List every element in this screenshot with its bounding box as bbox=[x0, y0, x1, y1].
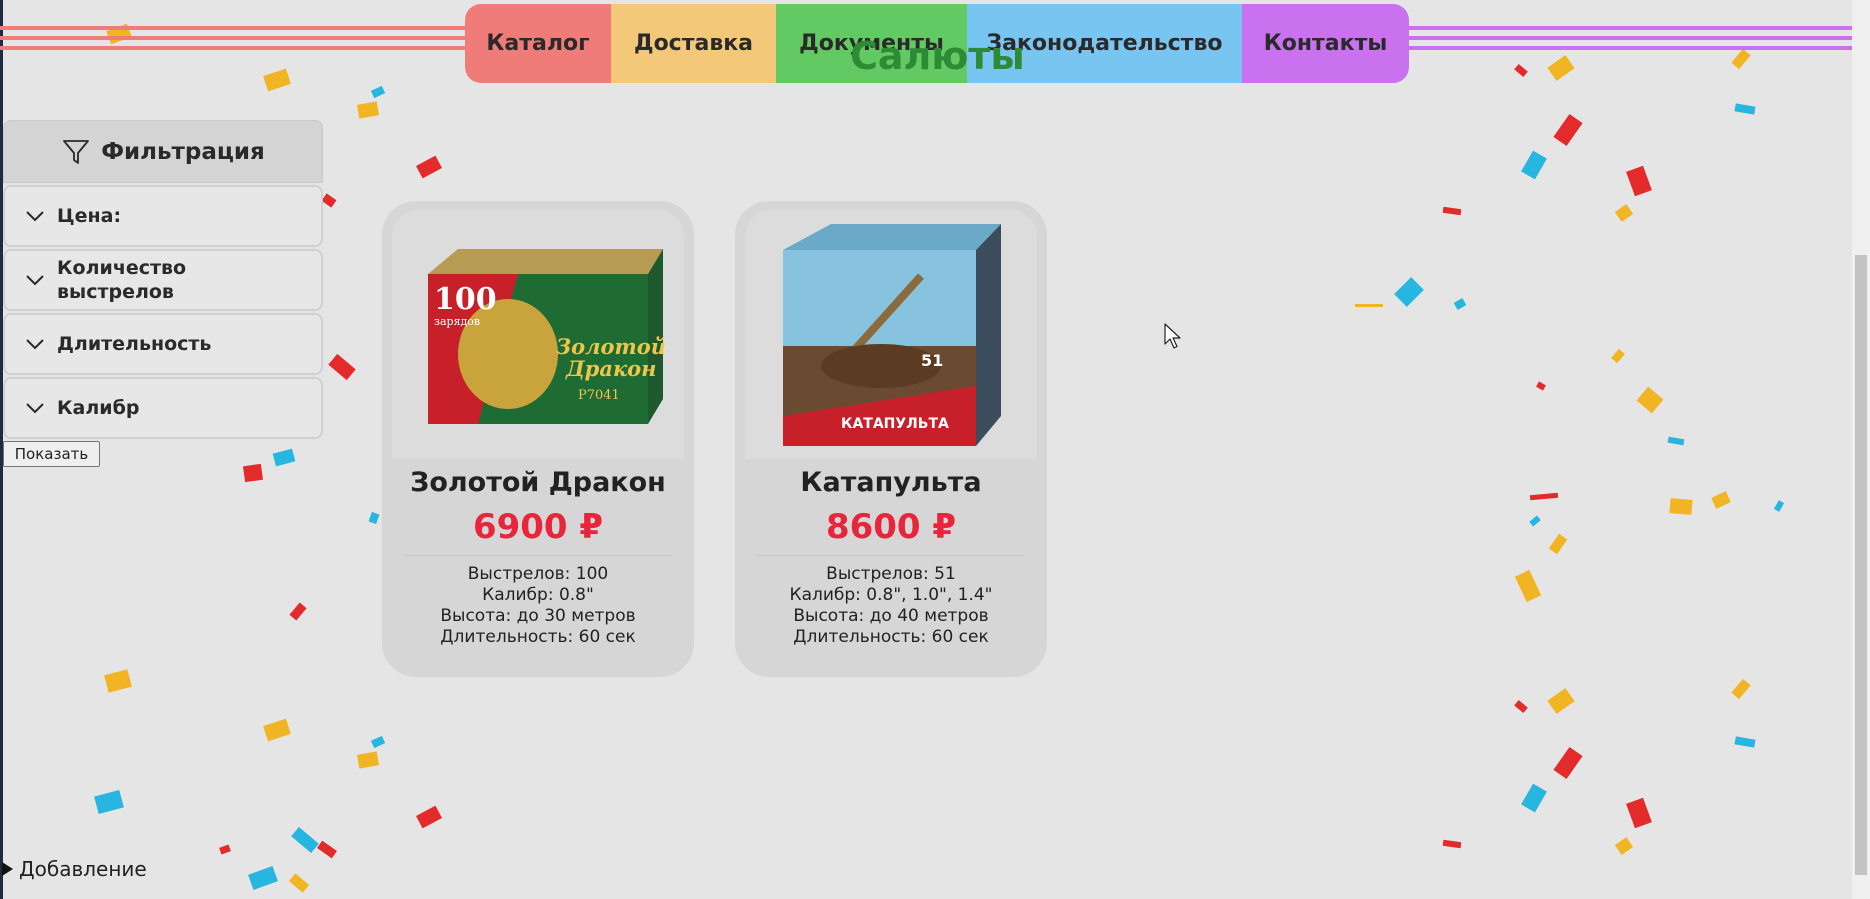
firework-box-dragon-image: 100 зарядов Золотой Дракон Р7041 bbox=[428, 249, 666, 424]
product-name[interactable]: Золотой Дракон bbox=[382, 467, 694, 498]
filter-title: Фильтрация bbox=[101, 138, 265, 165]
svg-text:КАТАПУЛЬТА: КАТАПУЛЬТА bbox=[841, 416, 949, 432]
show-button[interactable]: Показать bbox=[3, 441, 100, 467]
funnel-icon bbox=[63, 139, 90, 164]
nav-item-catalog[interactable]: Каталог bbox=[465, 4, 611, 83]
filter-group-price[interactable]: Цена: bbox=[3, 185, 323, 247]
filter-group-label: Калибр bbox=[57, 397, 140, 419]
product-image[interactable]: 100 зарядов Золотой Дракон Р7041 bbox=[392, 209, 684, 459]
vertical-scrollbar[interactable] bbox=[1852, 0, 1870, 899]
add-details-summary[interactable]: Добавление bbox=[2, 857, 147, 881]
spec-shots: Выстрелов: 100 bbox=[467, 564, 609, 584]
nav-item-delivery[interactable]: Доставка bbox=[611, 4, 776, 83]
firework-box-catapult-image: 51 КАТАПУЛЬТА bbox=[783, 224, 1001, 446]
svg-text:51: 51 bbox=[921, 351, 943, 370]
mouse-cursor-icon bbox=[1164, 323, 1181, 349]
page-title: Салюты bbox=[850, 34, 1025, 78]
product-price: 8600 ₽ bbox=[825, 507, 957, 547]
spec-shots: Выстрелов: 51 bbox=[826, 564, 956, 584]
scrollbar-thumb[interactable] bbox=[1855, 255, 1867, 875]
nav-item-contacts[interactable]: Контакты bbox=[1242, 4, 1409, 83]
decor-stripes-left bbox=[0, 26, 470, 58]
spec-duration: Длительность: 60 сек bbox=[793, 627, 989, 647]
filter-header[interactable]: Фильтрация bbox=[3, 120, 323, 183]
svg-text:Р7041: Р7041 bbox=[578, 388, 620, 403]
filter-group-shots[interactable]: Количество выстрелов bbox=[3, 249, 323, 311]
svg-text:100: 100 bbox=[434, 282, 497, 317]
chevron-down-icon bbox=[26, 275, 44, 286]
product-specs: Выстрелов: 51 Калибр: 0.8", 1.0", 1.4" В… bbox=[735, 564, 1047, 648]
product-image[interactable]: 51 КАТАПУЛЬТА bbox=[745, 209, 1037, 459]
details-label: Добавление bbox=[19, 857, 147, 881]
spec-caliber: Калибр: 0.8", 1.0", 1.4" bbox=[789, 585, 993, 605]
chevron-down-icon bbox=[26, 339, 44, 350]
filter-group-label: Количество выстрелов bbox=[57, 257, 187, 303]
divider bbox=[404, 555, 672, 556]
svg-text:зарядов: зарядов bbox=[434, 315, 480, 328]
filter-group-label: Цена: bbox=[57, 205, 122, 227]
svg-text:Дракон: Дракон bbox=[565, 356, 657, 381]
spec-height: Высота: до 40 метров bbox=[793, 606, 989, 626]
chevron-down-icon bbox=[26, 403, 44, 414]
product-card[interactable]: 100 зарядов Золотой Дракон Р7041 Золотой… bbox=[382, 201, 694, 677]
decor-stripes-right bbox=[1405, 26, 1855, 58]
product-card[interactable]: 51 КАТАПУЛЬТА Катапульта 8600 ₽ Выстрело… bbox=[735, 201, 1047, 677]
divider bbox=[757, 555, 1025, 556]
disclosure-triangle-icon bbox=[2, 862, 13, 876]
filter-group-label: Длительность bbox=[57, 333, 212, 355]
filter-group-caliber[interactable]: Калибр bbox=[3, 377, 323, 439]
page: Каталог Доставка Документы Законодательс… bbox=[0, 0, 1870, 899]
spec-height: Высота: до 30 метров bbox=[440, 606, 636, 626]
filter-group-duration[interactable]: Длительность bbox=[3, 313, 323, 375]
chevron-down-icon bbox=[26, 211, 44, 222]
product-price: 6900 ₽ bbox=[472, 507, 604, 547]
spec-duration: Длительность: 60 сек bbox=[440, 627, 636, 647]
product-specs: Выстрелов: 100 Калибр: 0.8" Высота: до 3… bbox=[382, 564, 694, 648]
product-name[interactable]: Катапульта bbox=[735, 467, 1047, 498]
spec-caliber: Калибр: 0.8" bbox=[482, 585, 594, 605]
